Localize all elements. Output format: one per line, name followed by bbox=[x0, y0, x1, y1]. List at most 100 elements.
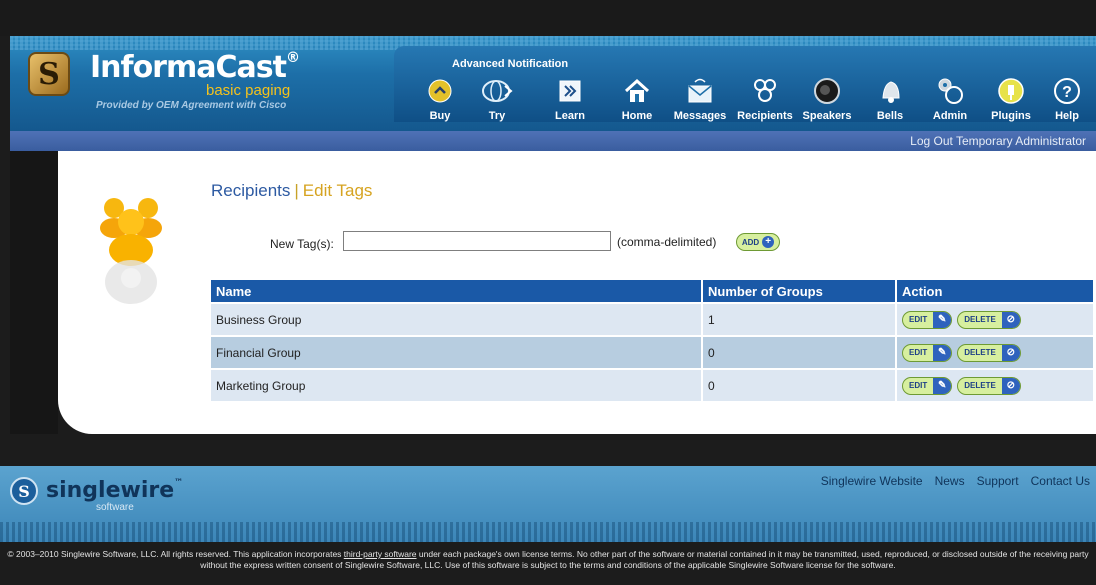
tags-table: Name Number of Groups Action Business Gr… bbox=[211, 278, 1093, 403]
buy-icon bbox=[424, 75, 456, 107]
nav-label: Buy bbox=[429, 110, 451, 122]
nav-label: Speakers bbox=[802, 110, 852, 122]
table-header-row: Name Number of Groups Action bbox=[211, 280, 1093, 302]
table-row: Business Group 1 EDIT ✎ DELETE ⊘ bbox=[211, 304, 1093, 335]
prohibit-icon: ⊘ bbox=[1001, 344, 1020, 361]
row-groups: 1 bbox=[701, 304, 895, 335]
row-groups: 0 bbox=[701, 370, 895, 401]
page: S InformaCast® basic paging Provided by … bbox=[0, 0, 1096, 585]
nav-label: Bells bbox=[876, 110, 904, 122]
logout-link[interactable]: Log Out Temporary Administrator bbox=[910, 134, 1086, 148]
link-contact-us[interactable]: Contact Us bbox=[1031, 474, 1090, 488]
nav-label: Messages bbox=[673, 110, 727, 122]
recipients-illustration-icon bbox=[100, 198, 162, 304]
nav-home[interactable]: Home bbox=[616, 72, 658, 122]
prohibit-icon: ⊘ bbox=[1001, 311, 1020, 328]
row-name: Marketing Group bbox=[211, 370, 701, 401]
footer-pattern bbox=[0, 522, 1096, 542]
informacast-logo-icon: S bbox=[28, 52, 70, 96]
link-support[interactable]: Support bbox=[977, 474, 1019, 488]
nav-label: Recipients bbox=[737, 110, 793, 122]
help-icon: ? bbox=[1051, 75, 1083, 107]
pencil-icon: ✎ bbox=[933, 311, 952, 328]
delete-button[interactable]: DELETE ⊘ bbox=[957, 310, 1021, 329]
svg-text:?: ? bbox=[1062, 84, 1072, 101]
pencil-icon: ✎ bbox=[933, 377, 952, 394]
nav-label: Plugins bbox=[991, 110, 1031, 122]
row-actions: EDIT ✎ DELETE ⊘ bbox=[895, 304, 1093, 335]
add-button[interactable]: ADD + bbox=[736, 233, 780, 251]
col-action-header: Action bbox=[895, 280, 1093, 302]
nav-speakers[interactable]: Speakers bbox=[799, 72, 855, 122]
nav-label: Home bbox=[621, 110, 653, 122]
singlewire-logo-icon: S bbox=[10, 477, 38, 505]
plus-icon: + bbox=[762, 236, 775, 248]
col-groups-header: Number of Groups bbox=[701, 280, 895, 302]
delete-button[interactable]: DELETE ⊘ bbox=[957, 343, 1021, 362]
recipients-icon bbox=[749, 75, 781, 107]
nav-admin[interactable]: Admin bbox=[928, 72, 972, 122]
row-actions: EDIT ✎ DELETE ⊘ bbox=[895, 370, 1093, 401]
nav-learn[interactable]: Learn bbox=[550, 72, 590, 122]
edit-label: EDIT bbox=[909, 381, 928, 390]
left-stripe bbox=[10, 151, 58, 434]
col-name-header: Name bbox=[211, 280, 701, 302]
comma-hint: (comma-delimited) bbox=[617, 235, 717, 249]
nav-recipients[interactable]: Recipients bbox=[732, 72, 798, 122]
third-party-link[interactable]: third-party software bbox=[344, 549, 417, 559]
row-groups: 0 bbox=[701, 337, 895, 368]
add-label: ADD bbox=[741, 237, 760, 247]
link-singlewire-website[interactable]: Singlewire Website bbox=[821, 474, 923, 488]
footer-links: Singlewire Website News Support Contact … bbox=[821, 474, 1090, 488]
delete-label: DELETE bbox=[964, 315, 996, 324]
app-header: S InformaCast® basic paging Provided by … bbox=[10, 36, 1096, 131]
edit-button[interactable]: EDIT ✎ bbox=[902, 310, 953, 329]
new-tag-label: New Tag(s): bbox=[270, 237, 334, 251]
row-name: Financial Group bbox=[211, 337, 701, 368]
prohibit-icon: ⊘ bbox=[1001, 377, 1020, 394]
title-edit-tags: Edit Tags bbox=[302, 181, 373, 200]
edit-button[interactable]: EDIT ✎ bbox=[902, 343, 953, 362]
plugins-icon bbox=[995, 75, 1027, 107]
page-title: Recipients | Edit Tags bbox=[211, 181, 372, 201]
delete-label: DELETE bbox=[964, 348, 996, 357]
singlewire-sub: software bbox=[96, 502, 134, 513]
edit-button[interactable]: EDIT ✎ bbox=[902, 376, 953, 395]
nav-plugins[interactable]: Plugins bbox=[988, 72, 1034, 122]
title-recipients[interactable]: Recipients bbox=[211, 181, 290, 200]
admin-icon bbox=[934, 75, 966, 107]
nav-try[interactable]: Try bbox=[475, 72, 519, 122]
nav-bells[interactable]: Bells bbox=[870, 72, 910, 122]
singlewire-name: singlewire™ bbox=[46, 478, 184, 503]
link-news[interactable]: News bbox=[935, 474, 965, 488]
table-row: Financial Group 0 EDIT ✎ DELETE ⊘ bbox=[211, 337, 1093, 368]
bells-icon bbox=[874, 75, 906, 107]
nav-label: Try bbox=[488, 110, 506, 122]
top-bar bbox=[0, 0, 1096, 36]
copyright: © 2003–2010 Singlewire Software, LLC. Al… bbox=[0, 542, 1096, 585]
nav-messages[interactable]: Messages bbox=[670, 72, 730, 122]
sub-bar: Log Out Temporary Administrator bbox=[10, 131, 1096, 151]
try-icon bbox=[481, 75, 513, 107]
edit-label: EDIT bbox=[909, 348, 928, 357]
nav-help[interactable]: ? Help bbox=[1048, 72, 1086, 122]
footer: S singlewire™ software Singlewire Websit… bbox=[0, 466, 1096, 542]
table-row: Marketing Group 0 EDIT ✎ DELETE ⊘ bbox=[211, 370, 1093, 401]
delete-button[interactable]: DELETE ⊘ bbox=[957, 376, 1021, 395]
brand-provided-by: Provided by OEM Agreement with Cisco bbox=[96, 100, 287, 111]
row-actions: EDIT ✎ DELETE ⊘ bbox=[895, 337, 1093, 368]
row-name: Business Group bbox=[211, 304, 701, 335]
brand-edition: basic paging bbox=[206, 82, 291, 99]
home-icon bbox=[621, 75, 653, 107]
advanced-notification-label: Advanced Notification bbox=[452, 58, 569, 70]
brand-title: InformaCast® bbox=[90, 50, 300, 85]
delete-label: DELETE bbox=[964, 381, 996, 390]
nav-label: Help bbox=[1055, 110, 1079, 122]
edit-label: EDIT bbox=[909, 315, 928, 324]
nav-label: Admin bbox=[932, 110, 968, 122]
messages-icon bbox=[684, 75, 716, 107]
speakers-icon bbox=[811, 75, 843, 107]
nav-label: Learn bbox=[555, 110, 585, 122]
new-tag-input[interactable] bbox=[343, 231, 611, 251]
nav-buy[interactable]: Buy bbox=[422, 72, 458, 122]
